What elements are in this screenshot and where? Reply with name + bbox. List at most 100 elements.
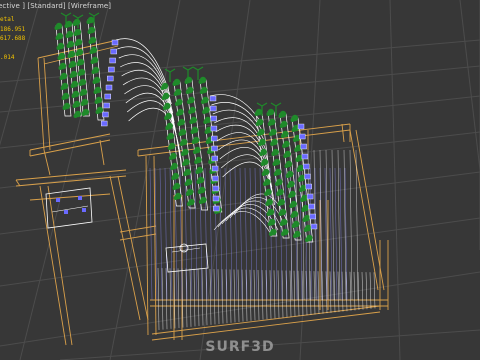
plant-leaf <box>304 238 309 242</box>
skirt-fold <box>233 269 236 323</box>
skirt-fold <box>321 271 324 314</box>
plant-leaf <box>88 40 93 44</box>
plant-leaf <box>261 172 266 176</box>
plant-leaf <box>259 152 264 156</box>
net-pot <box>210 125 218 132</box>
side-panel-line <box>159 167 163 301</box>
plant-leaf <box>277 202 282 206</box>
plant-leaf <box>199 90 204 94</box>
plant-leaf <box>95 110 100 114</box>
plant-leaf <box>284 164 289 168</box>
skirt-fold <box>313 271 316 315</box>
plant-leaf <box>264 192 269 196</box>
net-pot <box>211 165 219 172</box>
plant-leaf <box>173 196 178 200</box>
plant-leaf <box>301 208 306 212</box>
pump-valve <box>64 210 68 214</box>
frame-beam <box>99 139 105 166</box>
plant-leaf <box>164 116 169 120</box>
plant-leaf <box>185 90 190 94</box>
side-panel-line <box>224 167 228 301</box>
frame-beam <box>119 233 157 241</box>
side-panel-line <box>149 167 153 301</box>
plant-leaf <box>174 102 179 106</box>
plant-leaf <box>302 218 307 222</box>
wireframe-scene[interactable] <box>0 0 480 360</box>
plant-leaf <box>197 66 204 71</box>
net-pot <box>210 135 218 142</box>
plant-leaf <box>296 168 301 172</box>
net-pot <box>212 175 219 182</box>
plant-leaf <box>87 30 92 34</box>
frame-beam <box>153 155 157 336</box>
plant-leaf <box>279 222 284 226</box>
plant-leaf <box>160 86 165 90</box>
display-mode-menu[interactable]: Wireframe <box>71 2 108 10</box>
skirt-fold <box>237 269 240 323</box>
plant-leaf <box>266 212 271 216</box>
plant-leaf <box>183 172 188 176</box>
frame-beam <box>109 175 141 321</box>
plant-leaf <box>280 134 285 138</box>
net-pot <box>297 123 305 130</box>
stat-line: .014 <box>0 54 15 61</box>
plants <box>54 12 313 242</box>
plant-leaf <box>289 204 294 208</box>
net-pot <box>100 120 108 127</box>
plant-leaf <box>70 84 75 88</box>
plant-leaf <box>61 96 66 100</box>
net-pot <box>109 57 116 64</box>
net-pot <box>105 84 113 91</box>
plant-leaf <box>208 160 213 164</box>
plant-leaf <box>93 12 100 17</box>
skirt-fold <box>217 269 220 325</box>
plant-leaf <box>57 56 62 60</box>
plant-leaf <box>278 114 283 118</box>
plant-leaf <box>184 80 189 84</box>
net-pot <box>209 95 217 102</box>
skirt-fold <box>229 269 232 323</box>
skirt-fold <box>329 271 332 313</box>
plant-leaf <box>73 32 78 36</box>
plant-leaf <box>55 36 60 40</box>
plant-leaf <box>77 14 84 19</box>
plant-leaf <box>184 182 189 186</box>
shading-standard-menu[interactable]: Standard <box>30 2 63 10</box>
side-panel-line <box>339 167 343 301</box>
plant-leaf <box>286 184 291 188</box>
plant-leaf <box>204 130 209 134</box>
plant-leaf <box>285 174 290 178</box>
skirt-fold <box>201 268 204 326</box>
plant-leaf <box>206 150 211 154</box>
plant-leaf <box>198 80 203 84</box>
plant-leaf <box>66 44 71 48</box>
skirt-fold <box>197 268 200 327</box>
net-pot <box>104 93 112 100</box>
plant-leaf <box>171 176 176 180</box>
plant-leaf <box>278 212 283 216</box>
frame-beam <box>145 155 149 336</box>
plant-leaf <box>282 144 287 148</box>
3d-viewport[interactable]: ective ] [Standard] [Wireframe] etal 186… <box>0 0 480 360</box>
plant-leaf <box>297 178 302 182</box>
plant-leaf <box>65 12 72 17</box>
frame-beam <box>349 129 379 291</box>
plant-leaf <box>292 138 297 142</box>
view-mode-menu[interactable]: ective <box>0 2 20 10</box>
net-pot <box>210 115 217 122</box>
plant-leaf <box>290 118 295 122</box>
plant-leaf <box>295 158 300 162</box>
plant-leaf <box>254 112 259 116</box>
net-pot <box>211 145 218 152</box>
viewport-label[interactable]: ective ] [Standard] [Wireframe] <box>0 2 111 10</box>
plant-leaf <box>276 192 281 196</box>
skirt-fold <box>253 269 256 321</box>
plant-leaf <box>294 148 299 152</box>
feed-tube <box>211 102 264 134</box>
frame-beam <box>15 175 127 187</box>
net-pot <box>303 163 310 170</box>
plant-leaf <box>268 132 273 136</box>
plant-leaf <box>79 92 84 96</box>
skirt-fold <box>177 268 180 329</box>
plant-leaf <box>59 76 64 80</box>
